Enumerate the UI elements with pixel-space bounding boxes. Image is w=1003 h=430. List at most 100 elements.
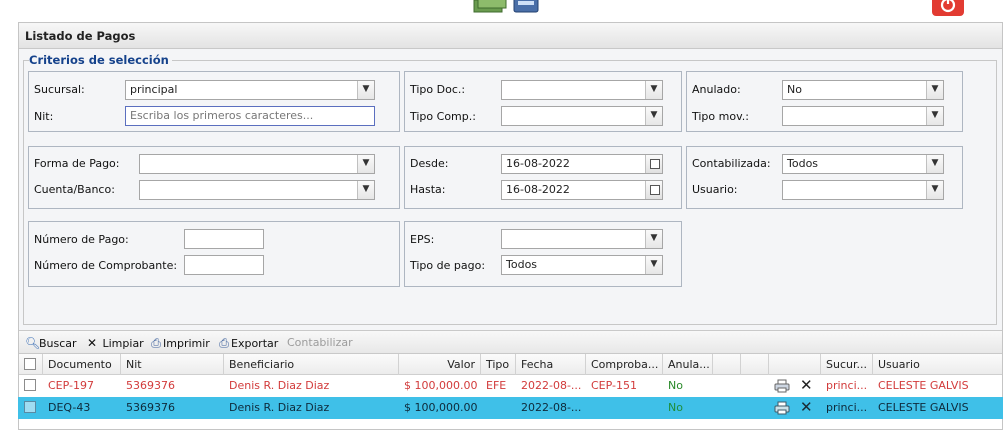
tipo-comp-select[interactable]: ▼ xyxy=(501,106,663,126)
cell-beneficiario: Denis R. Diaz Diaz xyxy=(229,401,330,414)
tipo-comp-label: Tipo Comp.: xyxy=(410,110,476,123)
col-tipo[interactable]: Tipo xyxy=(481,354,516,375)
tipo-pago-select[interactable]: Todos ▼ xyxy=(501,255,663,275)
tipo-mov-select[interactable]: ▼ xyxy=(782,106,944,126)
hasta-date-field[interactable]: 16-08-2022 xyxy=(501,180,663,200)
col-beneficiario[interactable]: Beneficiario xyxy=(224,354,399,375)
print-row-icon[interactable] xyxy=(774,401,790,415)
sucursal-label: Sucursal: xyxy=(34,83,85,96)
print-row-icon[interactable] xyxy=(774,379,790,393)
delete-row-icon[interactable]: ✕ xyxy=(800,376,813,394)
hasta-value: 16-08-2022 xyxy=(506,183,570,196)
numero-pago-input[interactable] xyxy=(184,229,264,249)
criteria-section: Criterios de selección Sucursal: princip… xyxy=(19,49,1002,330)
cell-usuario: CELESTE GALVIS xyxy=(878,401,969,414)
power-off-icon[interactable] xyxy=(930,0,966,18)
col-usuario[interactable]: Usuario xyxy=(873,354,1002,375)
cell-comprobante xyxy=(586,397,663,419)
clear-icon: ✕ xyxy=(86,336,98,350)
table-row[interactable]: DEQ-43 5369376 Denis R. Diaz Diaz $ 100,… xyxy=(18,397,1003,419)
tipo-pago-label: Tipo de pago: xyxy=(410,259,486,272)
anulado-value: No xyxy=(787,83,802,96)
forma-pago-select[interactable]: ▼ xyxy=(139,154,375,174)
hasta-label: Hasta: xyxy=(410,183,446,196)
contabilizar-label: Contabilizar xyxy=(287,336,353,349)
chevron-down-icon[interactable]: ▼ xyxy=(645,107,662,125)
col-comprobante[interactable]: Comproba... xyxy=(586,354,663,375)
row-checkbox[interactable] xyxy=(24,401,36,413)
cell-anulado: No xyxy=(668,401,683,414)
table-row[interactable]: CEP-197 5369376 Denis R. Diaz Diaz $ 100… xyxy=(19,375,1002,397)
select-all-cell xyxy=(19,354,43,375)
chevron-down-icon[interactable]: ▼ xyxy=(926,107,943,125)
col-nit[interactable]: Nit xyxy=(121,354,224,375)
cell-fecha: 2022-08-... xyxy=(521,379,582,392)
select-all-checkbox[interactable] xyxy=(24,358,36,370)
nit-placeholder: Escriba los primeros caracteres... xyxy=(130,109,314,122)
chevron-down-icon[interactable]: ▼ xyxy=(645,81,662,99)
cell-sucursal: princi... xyxy=(826,379,868,392)
col-valor[interactable]: Valor xyxy=(399,354,481,375)
tipo-doc-label: Tipo Doc.: xyxy=(410,83,466,96)
cell-valor: $ 100,000.00 xyxy=(404,379,478,392)
col-empty-2 xyxy=(741,354,769,375)
calendar-icon[interactable] xyxy=(645,181,662,199)
forma-pago-label: Forma de Pago: xyxy=(34,157,120,170)
col-anulado[interactable]: Anula... xyxy=(663,354,713,375)
cuenta-select[interactable]: ▼ xyxy=(139,180,375,200)
cell-beneficiario: Denis R. Diaz Diaz xyxy=(229,379,330,392)
anulado-select[interactable]: No ▼ xyxy=(782,80,944,100)
chevron-down-icon[interactable]: ▼ xyxy=(926,81,943,99)
money-logo-icon xyxy=(473,0,539,13)
chevron-down-icon[interactable]: ▼ xyxy=(357,181,374,199)
tipo-doc-select[interactable]: ▼ xyxy=(501,80,663,100)
printer-icon: ⎙ xyxy=(151,336,161,350)
cell-tipo xyxy=(481,397,516,419)
cell-documento: DEQ-43 xyxy=(48,401,91,414)
nit-input[interactable]: Escriba los primeros caracteres... xyxy=(125,106,375,126)
contabilizada-label: Contabilizada: xyxy=(692,157,771,170)
cuenta-label: Cuenta/Banco: xyxy=(34,183,115,196)
grid-toolbar: 🔍︎Buscar ✕ Limpiar ⎙ Imprimir ⎙ Exportar C… xyxy=(19,330,1002,354)
delete-row-icon[interactable]: ✕ xyxy=(800,398,813,416)
usuario-select[interactable]: ▼ xyxy=(782,180,944,200)
export-icon: ⎙ xyxy=(219,336,229,350)
numero-comp-label: Número de Comprobante: xyxy=(34,259,178,272)
nit-label: Nit: xyxy=(34,110,54,123)
chevron-down-icon[interactable]: ▼ xyxy=(926,181,943,199)
limpiar-label: Limpiar xyxy=(102,337,144,350)
search-icon: 🔍︎ xyxy=(25,336,41,350)
tipo-pago-value: Todos xyxy=(506,258,538,271)
contabilizada-select[interactable]: Todos ▼ xyxy=(782,154,944,174)
chevron-down-icon[interactable]: ▼ xyxy=(645,230,662,248)
desde-label: Desde: xyxy=(410,157,449,170)
exportar-button[interactable]: ⎙ Exportar xyxy=(217,336,278,351)
cell-comprobante: CEP-151 xyxy=(591,379,637,392)
sucursal-value: principal xyxy=(130,83,178,96)
panel-title: Listado de Pagos xyxy=(19,23,1002,49)
cell-nit: 5369376 xyxy=(126,379,175,392)
tipo-mov-label: Tipo mov.: xyxy=(692,110,749,123)
sucursal-select[interactable]: principal ▼ xyxy=(125,80,375,100)
cell-nit: 5369376 xyxy=(126,401,175,414)
limpiar-button[interactable]: ✕ Limpiar xyxy=(85,336,144,350)
col-fecha[interactable]: Fecha xyxy=(516,354,586,375)
desde-date-field[interactable]: 16-08-2022 xyxy=(501,154,663,174)
chevron-down-icon[interactable]: ▼ xyxy=(926,155,943,173)
contabilizar-button[interactable]: Contabilizar xyxy=(287,336,353,349)
chevron-down-icon[interactable]: ▼ xyxy=(357,81,374,99)
chevron-down-icon[interactable]: ▼ xyxy=(357,155,374,173)
cell-documento: CEP-197 xyxy=(48,379,94,392)
col-documento[interactable]: Documento xyxy=(43,354,121,375)
row-checkbox[interactable] xyxy=(24,379,36,391)
grid-header: Documento Nit Beneficiario Valor Tipo Fe… xyxy=(19,354,1002,375)
numero-comp-input[interactable] xyxy=(184,255,264,275)
imprimir-label: Imprimir xyxy=(163,337,210,350)
calendar-icon[interactable] xyxy=(645,155,662,173)
eps-select[interactable]: ▼ xyxy=(501,229,663,249)
imprimir-button[interactable]: ⎙ Imprimir xyxy=(149,336,210,351)
buscar-button[interactable]: 🔍︎Buscar xyxy=(25,336,77,350)
col-sucursal[interactable]: Sucur... xyxy=(821,354,873,375)
chevron-down-icon[interactable]: ▼ xyxy=(645,256,662,274)
cell-fecha: 2022-08-... xyxy=(521,401,582,414)
